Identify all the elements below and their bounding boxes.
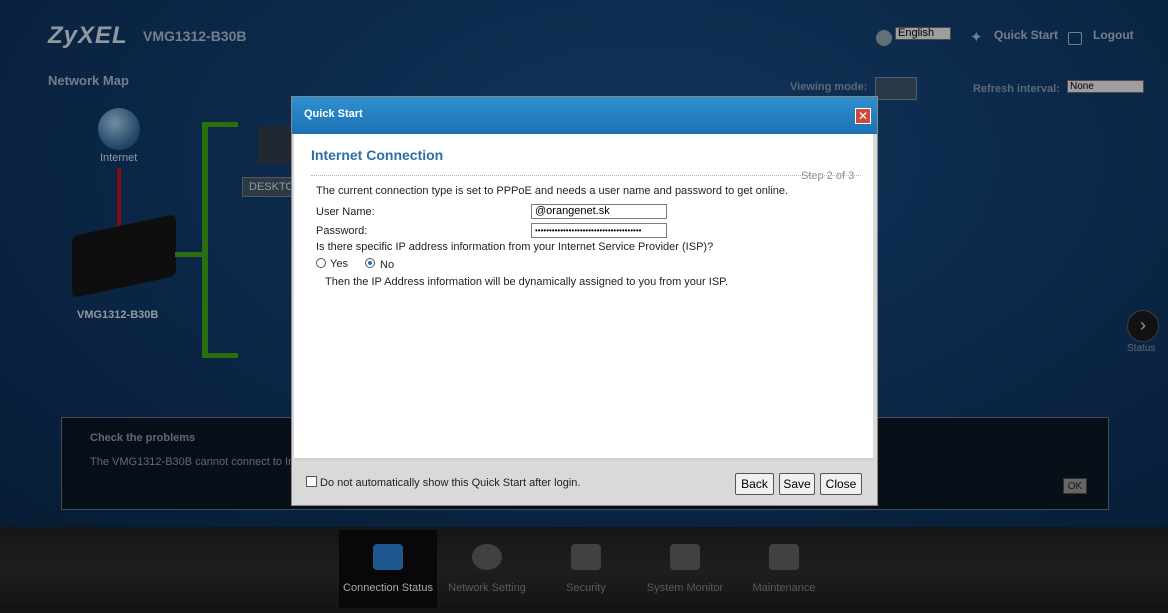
yes-label[interactable]: Yes	[330, 258, 348, 270]
section-heading: Internet Connection	[311, 147, 444, 163]
back-button[interactable]: Back	[735, 473, 774, 495]
dialog-header: Quick Start ✕	[292, 97, 877, 134]
isp-question: Is there specific IP address information…	[316, 241, 714, 253]
divider	[311, 175, 861, 176]
dialog-body: Internet Connection Step 2 of 3 The curr…	[294, 134, 873, 460]
dialog-title: Quick Start	[304, 108, 363, 120]
no-label[interactable]: No	[380, 259, 394, 271]
close-icon[interactable]: ✕	[855, 108, 871, 124]
username-label: User Name:	[316, 206, 375, 218]
password-input[interactable]: ••••••••••••••••••••••••••••••••••••••	[531, 223, 667, 238]
intro-text: The current connection type is set to PP…	[316, 185, 789, 197]
username-input[interactable]: @orangenet.sk	[531, 204, 667, 219]
save-button[interactable]: Save	[779, 473, 815, 495]
yes-radio[interactable]	[316, 258, 326, 268]
quick-start-dialog: Quick Start ✕ Internet Connection Step 2…	[291, 96, 878, 506]
step-indicator: Step 2 of 3	[801, 170, 855, 182]
dynamic-ip-note: Then the IP Address information will be …	[325, 276, 729, 288]
close-button[interactable]: Close	[820, 473, 862, 495]
dont-show-checkbox[interactable]	[306, 476, 317, 487]
dont-show-label[interactable]: Do not automatically show this Quick Sta…	[320, 477, 580, 489]
password-label: Password:	[316, 225, 368, 237]
no-radio[interactable]	[365, 258, 375, 268]
